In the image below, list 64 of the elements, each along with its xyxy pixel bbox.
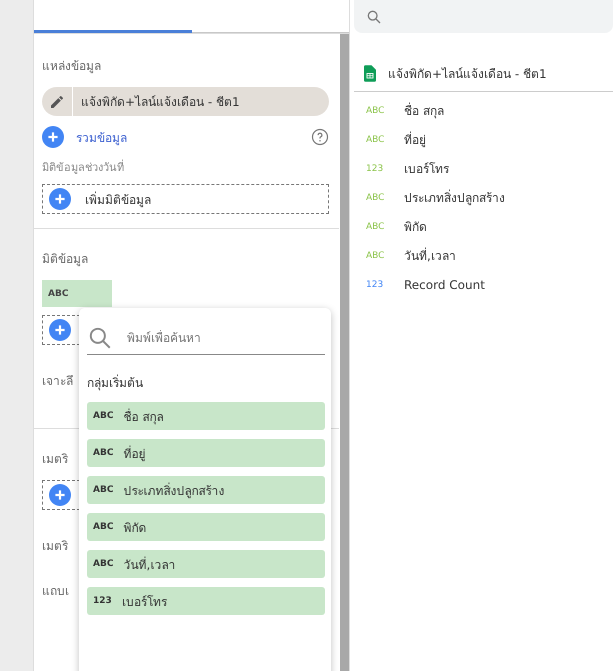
add-icon[interactable] [42, 126, 64, 148]
field-name: Record Count [404, 278, 485, 292]
type-label: ABC [93, 522, 114, 532]
field-item[interactable]: 123 เบอร์โทร [354, 154, 613, 183]
field-name: พิกัด [404, 219, 427, 236]
field-item[interactable]: 123 Record Count [354, 270, 613, 299]
data-source-chip[interactable]: แจ้งพิกัด+ไลน์แจ้งเดือน - ชีต1 [42, 87, 329, 116]
field-option[interactable]: ABC ชื่อ สกุล [87, 402, 325, 430]
field-item[interactable]: ABC พิกัด [354, 212, 613, 241]
field-item[interactable]: ABC วันที่,เวลา [354, 241, 613, 270]
blend-data-link[interactable]: รวมข้อมูล [76, 128, 311, 146]
slider-label: แถบเ [42, 583, 69, 600]
type-label: 123 [93, 596, 112, 606]
field-name: วันที่,เวลา [123, 556, 176, 574]
group-heading: กลุ่มเริ่มต้น [87, 374, 144, 392]
field-name: ที่อยู่ [404, 130, 426, 149]
search-icon [366, 8, 382, 24]
add-icon [49, 319, 71, 341]
search-icon [87, 325, 113, 351]
scrollbar[interactable] [340, 34, 349, 671]
type-label: ABC [366, 192, 386, 202]
type-label: 123 [366, 164, 384, 174]
field-item[interactable]: ABC ที่อยู่ [354, 125, 613, 154]
spreadsheet-icon [364, 64, 376, 82]
field-name: ประเภทสิ่งปลูกสร้าง [404, 188, 505, 207]
field-item[interactable]: ABC ชื่อ สกุล [354, 96, 613, 125]
add-dimension-button[interactable]: เพิ่มมิติข้อมูล [42, 184, 329, 214]
field-name: ชื่อ สกุล [404, 102, 444, 120]
field-option[interactable]: ABC ที่อยู่ [87, 439, 325, 467]
section-heading: มิติข้อมูล [42, 251, 88, 268]
type-label: ABC [366, 106, 386, 116]
field-name: วันที่,เวลา [404, 246, 456, 265]
type-label: ABC [366, 222, 386, 232]
section-heading: เมตริ [42, 451, 68, 468]
add-icon [49, 188, 71, 210]
type-label: ABC [93, 411, 114, 421]
field-name: ประเภทสิ่งปลูกสร้าง [123, 482, 224, 500]
type-label: ABC [93, 448, 114, 458]
search-field[interactable]: พิมพ์เพื่อค้นหา [125, 330, 309, 346]
type-label: ABC [93, 559, 114, 569]
help-icon[interactable] [311, 128, 329, 146]
field-name: ชื่อ สกุล [123, 408, 164, 426]
field-name: เบอร์โทร [404, 161, 449, 178]
dimension-chip[interactable]: ABC [42, 280, 112, 307]
type-label: ABC [366, 250, 386, 260]
field-name: เบอร์โทร [122, 594, 167, 610]
type-label: 123 [366, 280, 384, 290]
field-name: ที่อยู่ [123, 444, 146, 462]
field-option[interactable]: 123 เบอร์โทร [87, 587, 325, 615]
pencil-icon [49, 94, 65, 110]
field-option[interactable]: ABC ประเภทสิ่งปลูกสร้าง [87, 476, 325, 504]
type-label: ABC [366, 134, 386, 144]
section-heading: แหล่งข้อมูล [42, 58, 101, 75]
optional-metric-label: เมตริ [42, 538, 68, 555]
field-option[interactable]: ABC วันที่,เวลา [87, 550, 325, 578]
type-label: ABC [93, 485, 114, 495]
add-icon [49, 484, 71, 506]
field-option[interactable]: ABC พิกัด [87, 513, 325, 541]
drill-down-label: เจาะลึ [42, 373, 73, 390]
data-source-name: แจ้งพิกัด+ไลน์แจ้งเดือน - ชีต1 [388, 66, 547, 82]
search-field[interactable] [354, 0, 613, 33]
field-item[interactable]: ABC ประเภทสิ่งปลูกสร้าง [354, 183, 613, 212]
section-subheading: มิติข้อมูลช่วงวันที่ [42, 158, 125, 176]
field-name: พิกัด [123, 520, 146, 536]
